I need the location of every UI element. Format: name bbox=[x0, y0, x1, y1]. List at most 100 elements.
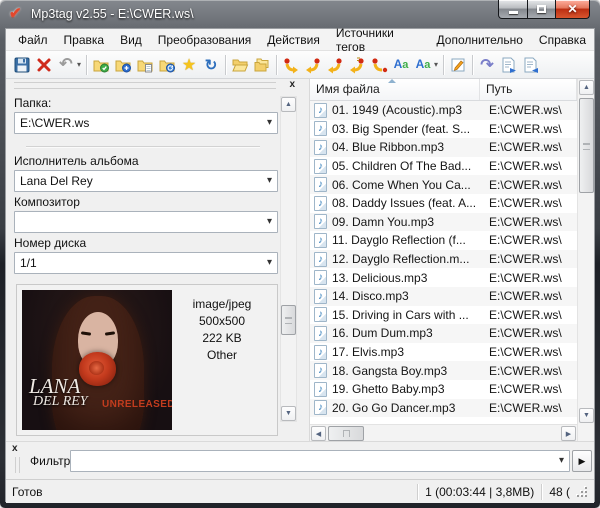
composer-combobox[interactable]: ▾ bbox=[14, 211, 278, 233]
file-row[interactable]: ♪ 04. Blue Ribbon.mp3 E:\CWER.ws\ bbox=[310, 138, 577, 157]
disc-number-combobox[interactable]: 1/1 ▾ bbox=[14, 252, 278, 274]
toolbar-separator bbox=[472, 54, 473, 75]
file-row[interactable]: ♪ 14. Disco.mp3 E:\CWER.ws\ bbox=[310, 286, 577, 306]
folder-add-button[interactable] bbox=[112, 54, 134, 76]
remove-tag-button[interactable] bbox=[33, 54, 55, 76]
undo-dropdown[interactable]: ▾ bbox=[75, 60, 83, 69]
menu-item[interactable]: Справка bbox=[531, 30, 594, 50]
file-row[interactable]: ♪ 11. Dayglo Reflection (f... E:\CWER.ws\ bbox=[310, 231, 577, 250]
filter-input[interactable] bbox=[71, 451, 569, 471]
undo-button[interactable]: ↶ bbox=[55, 54, 77, 76]
column-header-filename[interactable]: Имя файла bbox=[310, 79, 480, 100]
file-row[interactable]: ♪ 18. Gangsta Boy.mp3 E:\CWER.ws\ bbox=[310, 361, 577, 380]
refresh-button[interactable]: ↻ bbox=[200, 54, 222, 76]
scrollbar-thumb[interactable] bbox=[579, 98, 594, 193]
chevron-down-icon[interactable]: ▾ bbox=[267, 216, 272, 227]
open-folder-button[interactable] bbox=[229, 54, 251, 76]
convert-tag-tag-button[interactable] bbox=[368, 54, 390, 76]
actions-button[interactable]: ↷ bbox=[476, 54, 498, 76]
scrollbar-thumb[interactable] bbox=[281, 305, 296, 335]
menu-item[interactable]: Преобразования bbox=[150, 30, 260, 50]
scroll-left-icon[interactable]: ◀ bbox=[311, 426, 326, 441]
column-header-path[interactable]: Путь bbox=[480, 79, 577, 100]
music-note-icon: ♪ bbox=[314, 102, 327, 118]
file-row[interactable]: ♪ 15. Driving in Cars with ... E:\CWER.ws\ bbox=[310, 306, 577, 325]
edit-tag-button[interactable] bbox=[447, 54, 469, 76]
file-row[interactable]: ♪ 06. Come When You Ca... E:\CWER.ws\ bbox=[310, 175, 577, 194]
close-button[interactable]: ✕ bbox=[555, 0, 590, 19]
export-button[interactable] bbox=[498, 54, 520, 76]
filter-apply-button[interactable]: ▶ bbox=[572, 450, 592, 472]
convert-filename-filename-button[interactable] bbox=[324, 54, 346, 76]
save-tag-button[interactable] bbox=[11, 54, 33, 76]
vertical-scrollbar[interactable]: ▲ ▼ bbox=[577, 79, 594, 441]
horizontal-scrollbar[interactable]: ◀ ▶ bbox=[310, 424, 577, 441]
menu-item[interactable]: Вид bbox=[112, 30, 150, 50]
convert-textfile-tag-button[interactable] bbox=[346, 54, 368, 76]
music-note-icon: ♪ bbox=[314, 400, 327, 416]
folder-history-button[interactable] bbox=[156, 54, 178, 76]
case-conversion-dropdown[interactable]: ▾ bbox=[432, 60, 440, 69]
file-path: E:\CWER.ws\ bbox=[489, 103, 562, 118]
chevron-down-icon[interactable]: ▾ bbox=[267, 117, 272, 128]
file-path: E:\CWER.ws\ bbox=[489, 140, 562, 155]
minimize-button[interactable] bbox=[498, 0, 528, 19]
filter-close-button[interactable]: x bbox=[12, 444, 18, 454]
file-row[interactable]: ♪ 20. Go Go Dancer.mp3 E:\CWER.ws\ bbox=[310, 398, 577, 418]
menu-item[interactable]: Файл bbox=[10, 30, 56, 50]
resize-grip[interactable] bbox=[576, 486, 588, 498]
cover-album-title: UNRELEASED bbox=[102, 399, 172, 410]
scroll-down-icon[interactable]: ▼ bbox=[281, 406, 296, 421]
chevron-down-icon[interactable]: ▾ bbox=[267, 257, 272, 268]
folder-playlist-button[interactable] bbox=[134, 54, 156, 76]
album-cover-art[interactable]: LANA DEL REY UNRELEASED bbox=[22, 290, 172, 430]
tag-panel-grip[interactable] bbox=[14, 82, 276, 89]
scrollbar-thumb[interactable] bbox=[328, 426, 364, 441]
favorites-star-button[interactable]: ★ bbox=[178, 54, 200, 76]
file-list: Имя файла Путь ♪ 01. 1949 (Acoustic).mp3 E… bbox=[309, 79, 594, 441]
tag-panel-close-button[interactable]: x bbox=[289, 80, 295, 90]
file-name: 05. Children Of The Bad... bbox=[332, 159, 472, 174]
file-path: E:\CWER.ws\ bbox=[489, 363, 562, 378]
menu-item[interactable]: Правка bbox=[56, 30, 113, 50]
convert-filename-tag-button[interactable] bbox=[302, 54, 324, 76]
file-row[interactable]: ♪ 12. Dayglo Reflection.m... E:\CWER.ws\ bbox=[310, 249, 577, 269]
menu-item[interactable]: Дополнительно bbox=[429, 30, 531, 50]
file-row[interactable]: ♪ 13. Delicious.mp3 E:\CWER.ws\ bbox=[310, 268, 577, 287]
chevron-down-icon[interactable]: ▾ bbox=[267, 175, 272, 186]
filter-combobox[interactable]: ▾ bbox=[70, 450, 570, 472]
maximize-button[interactable] bbox=[527, 0, 556, 19]
scroll-up-icon[interactable]: ▲ bbox=[281, 97, 296, 112]
convert-tag-filename-button[interactable] bbox=[280, 54, 302, 76]
cover-size: 222 KB bbox=[202, 331, 242, 345]
chevron-down-icon[interactable]: ▾ bbox=[559, 455, 564, 466]
tag-panel-scrollbar[interactable]: ▲ ▼ bbox=[280, 96, 297, 422]
scroll-right-icon[interactable]: ▶ bbox=[561, 426, 576, 441]
case-conversion-menu-button[interactable]: Aa bbox=[412, 54, 434, 76]
folder-combobox[interactable]: E:\CWER.ws ▾ bbox=[14, 112, 278, 134]
file-row[interactable]: ♪ 08. Daddy Issues (feat. A... E:\CWER.ws\ bbox=[310, 194, 577, 213]
folder-select-button[interactable] bbox=[90, 54, 112, 76]
file-path: E:\CWER.ws\ bbox=[489, 252, 562, 267]
case-conversion-button[interactable]: Aa bbox=[390, 54, 412, 76]
scroll-down-icon[interactable]: ▼ bbox=[579, 408, 594, 423]
album-artist-combobox[interactable]: Lana Del Rey ▾ bbox=[14, 170, 278, 192]
file-row[interactable]: ♪ 01. 1949 (Acoustic).mp3 E:\CWER.ws\ bbox=[310, 101, 577, 120]
duplicate-folder-button[interactable] bbox=[251, 54, 273, 76]
toolbar-separator bbox=[276, 54, 277, 75]
scroll-up-icon[interactable]: ▲ bbox=[579, 80, 594, 95]
file-path: E:\CWER.ws\ bbox=[489, 289, 562, 304]
filter-grip[interactable] bbox=[15, 457, 20, 473]
import-button[interactable] bbox=[520, 54, 542, 76]
menu-item[interactable]: Действия bbox=[259, 30, 328, 50]
file-row[interactable]: ♪ 16. Dum Dum.mp3 E:\CWER.ws\ bbox=[310, 324, 577, 343]
file-row[interactable]: ♪ 05. Children Of The Bad... E:\CWER.ws\ bbox=[310, 157, 577, 176]
title-bar[interactable]: ✔ Mp3tag v2.55 - E:\CWER.ws\ ✕ bbox=[0, 0, 600, 28]
file-row[interactable]: ♪ 19. Ghetto Baby.mp3 E:\CWER.ws\ bbox=[310, 380, 577, 399]
file-name: 18. Gangsta Boy.mp3 bbox=[332, 363, 448, 378]
file-name: 11. Dayglo Reflection (f... bbox=[332, 233, 466, 248]
file-row[interactable]: ♪ 03. Big Spender (feat. S... E:\CWER.ws\ bbox=[310, 120, 577, 139]
status-separator bbox=[417, 483, 419, 500]
file-row[interactable]: ♪ 17. Elvis.mp3 E:\CWER.ws\ bbox=[310, 343, 577, 362]
file-row[interactable]: ♪ 09. Damn You.mp3 E:\CWER.ws\ bbox=[310, 212, 577, 232]
